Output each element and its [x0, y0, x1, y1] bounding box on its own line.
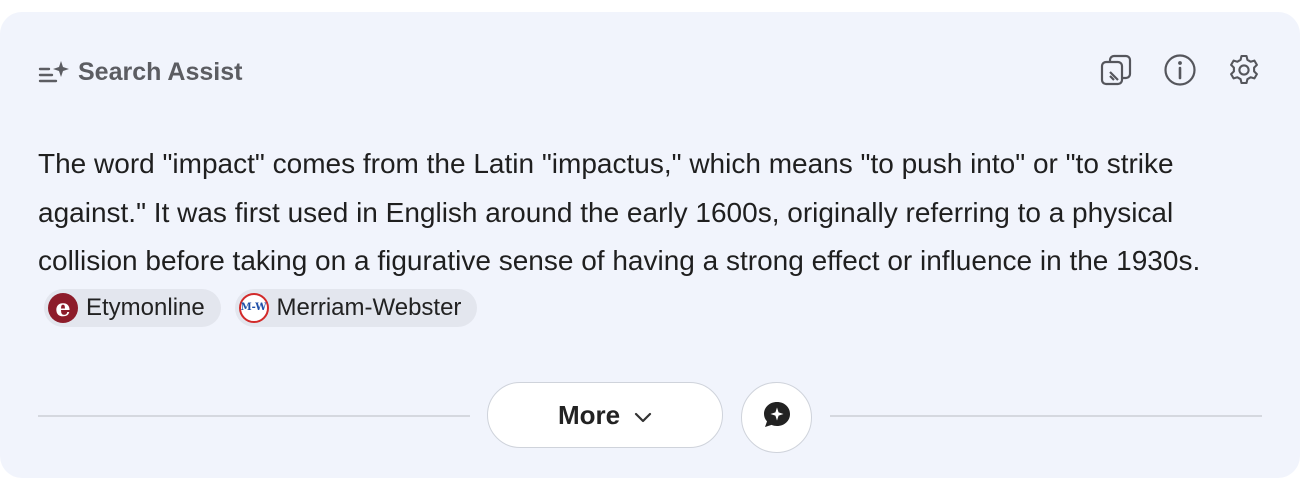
- source-chip-etymonline[interactable]: e Etymonline: [44, 289, 221, 328]
- chat-button[interactable]: [741, 382, 812, 453]
- merriam-webster-logo: M-W: [238, 293, 269, 324]
- divider-left: [38, 415, 470, 417]
- answer-text: The word "impact" comes from the Latin "…: [38, 148, 1201, 276]
- list-sparkle-icon: [38, 59, 70, 87]
- search-assist-header: Search Assist: [38, 58, 242, 87]
- copy-icon[interactable]: [1098, 52, 1134, 88]
- etymonline-logo: e: [48, 293, 78, 324]
- chevron-down-icon: [634, 400, 652, 431]
- divider-right: [830, 415, 1262, 417]
- source-label: Merriam-Webster: [276, 293, 462, 321]
- card-toolbar: [1098, 52, 1262, 88]
- search-assist-card: Search Assist The word "impact" comes fr…: [0, 12, 1300, 478]
- chat-sparkle-icon: [761, 399, 793, 436]
- settings-icon[interactable]: [1226, 52, 1262, 88]
- search-assist-title: Search Assist: [78, 58, 243, 86]
- info-icon[interactable]: [1162, 52, 1198, 88]
- source-chip-merriam-webster[interactable]: M-W Merriam-Webster: [234, 289, 478, 328]
- more-label: More: [557, 399, 621, 430]
- source-label: Etymonline: [86, 293, 205, 321]
- answer-text-block: The word "impact" comes from the Latin "…: [38, 140, 1264, 334]
- more-button[interactable]: More: [487, 382, 723, 448]
